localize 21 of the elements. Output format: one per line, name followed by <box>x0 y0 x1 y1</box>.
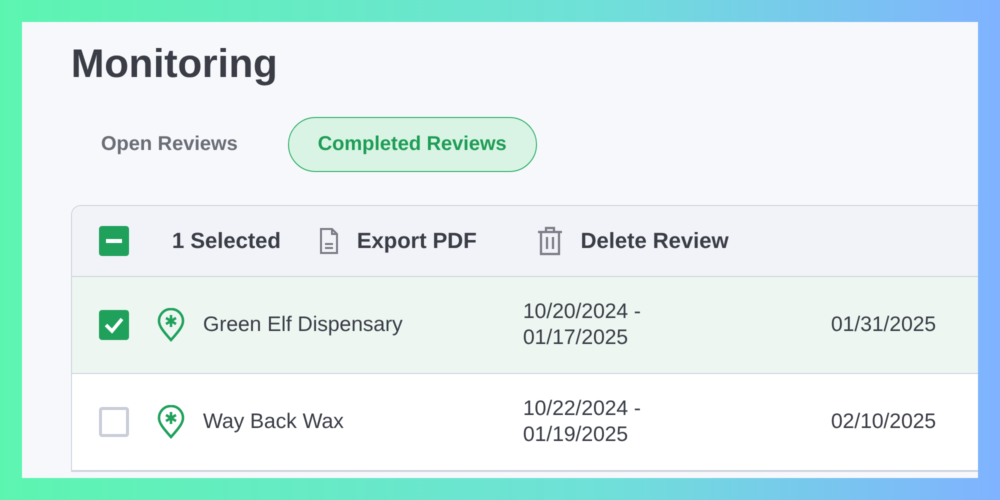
table-row[interactable]: Way Back Wax 10/22/2024 - 01/19/2025 02/10/2025 <box>72 374 978 471</box>
document-icon <box>318 227 339 255</box>
checkbox[interactable] <box>99 310 129 340</box>
checkbox[interactable] <box>99 226 129 256</box>
tab[interactable]: Open Reviews <box>71 117 268 172</box>
cannabis-pin-icon <box>157 308 185 342</box>
table-cell-text: Way Back Wax <box>203 410 345 434</box>
table-cell: 02/10/2025 <box>831 410 936 434</box>
dash-icon <box>106 239 122 243</box>
table-cell-text: 10/22/2024 - 01/19/2025 <box>523 396 642 448</box>
table-cell: 01/31/2025 <box>831 313 936 337</box>
selected-count: 1 Selected <box>172 228 281 254</box>
export-button[interactable]: Export PDF <box>318 227 477 255</box>
table-cell-text: 10/20/2024 - 01/17/2025 <box>523 298 642 351</box>
delete-button[interactable]: Delete Review <box>536 226 729 256</box>
cannabis-pin-icon <box>157 405 185 439</box>
table-cell-text: Green Elf Dispensary <box>203 313 404 337</box>
page-title: Monitoring <box>71 41 279 87</box>
trash-icon <box>536 226 563 256</box>
table-row[interactable]: Green Elf Dispensary 10/20/2024 - 01/17/2025 01/31/2025 <box>72 277 978 374</box>
checkbox[interactable] <box>99 407 129 437</box>
